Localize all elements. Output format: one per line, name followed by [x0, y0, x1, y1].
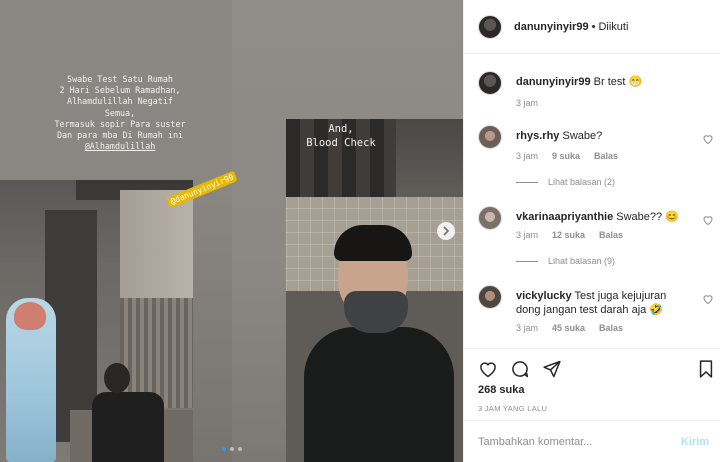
comment-username[interactable]: vickylucky	[516, 290, 572, 302]
avatar[interactable]	[478, 14, 502, 39]
comment-icon	[512, 361, 529, 378]
header-separator: •	[591, 20, 596, 33]
comment-username[interactable]: vkarinaapriyanthie	[516, 211, 613, 223]
heart-icon	[480, 362, 496, 378]
comment-likes[interactable]: 45 suka	[552, 323, 585, 333]
share-button[interactable]	[542, 359, 562, 379]
post-header: danunyinyir99 • Diikuti	[464, 0, 720, 54]
save-button[interactable]	[696, 359, 716, 379]
like-button[interactable]	[478, 359, 498, 379]
comment-input[interactable]	[478, 435, 681, 448]
overlay-line: Semua,	[104, 107, 136, 118]
caption-text: Br test 😁	[593, 76, 643, 88]
carousel-indicator	[222, 447, 242, 451]
comment-time[interactable]: 3 jam	[516, 323, 538, 333]
bookmark-icon	[699, 360, 713, 378]
heart-icon[interactable]	[702, 133, 714, 145]
instagram-post: Swabe Test Satu Rumah 2 Hari Sebelum Ram…	[0, 0, 720, 462]
carousel-dot	[222, 447, 226, 451]
view-replies-label[interactable]: Lihat balasan (2)	[548, 177, 615, 187]
likes-count[interactable]: 268 suka	[478, 384, 524, 396]
overlay-mention: @Alhamdulillah	[84, 141, 156, 152]
avatar[interactable]	[478, 285, 502, 309]
overlay-line: Dan para mba Di Rumah ini	[56, 130, 184, 141]
avatar[interactable]	[478, 125, 502, 149]
overlay-line: 2 Hari Sebelum Ramadhan,	[59, 85, 181, 96]
post-comment-button[interactable]: Kirim	[681, 436, 709, 448]
view-replies-button[interactable]: Lihat balasan (2)	[516, 177, 615, 187]
avatar[interactable]	[478, 71, 502, 95]
comments-list[interactable]: danunyinyir99 Br test 😁 3 jam rhys.rhy S…	[464, 55, 720, 348]
overlay-line: Termasuk sopir Para suster	[54, 118, 186, 129]
overlay-line: Swabe Test Satu Rumah	[67, 74, 173, 84]
heart-icon[interactable]	[702, 293, 714, 305]
post-timestamp[interactable]: 3 JAM YANG LALU	[478, 404, 547, 413]
follow-button[interactable]: Diikuti	[598, 21, 628, 33]
comment-username[interactable]: rhys.rhy	[516, 130, 559, 142]
post-actions: 268 suka 3 JAM YANG LALU	[464, 348, 720, 420]
heart-icon[interactable]	[702, 214, 714, 226]
header-username[interactable]: danunyinyir99	[514, 21, 589, 33]
divider	[516, 181, 538, 183]
media-overlay-text: Swabe Test Satu Rumah 2 Hari Sebelum Ram…	[18, 74, 222, 152]
reply-button[interactable]: Balas	[599, 323, 623, 333]
carousel-next-button[interactable]	[437, 222, 455, 240]
comment-text: Swabe?	[562, 130, 603, 142]
chevron-right-icon	[443, 226, 450, 236]
view-replies-button[interactable]: Lihat balasan (9)	[516, 256, 615, 266]
comment-button[interactable]	[510, 359, 530, 379]
comment-likes[interactable]: 12 suka	[552, 230, 585, 240]
post-side-panel: danunyinyir99 • Diikuti danunyinyir99 Br…	[463, 0, 720, 462]
caption-line: And,	[328, 123, 354, 135]
media-right-caption: And, Blood Check	[286, 122, 396, 150]
comment-likes[interactable]: 9 suka	[552, 151, 580, 161]
carousel-dot	[238, 447, 242, 451]
post-media[interactable]: Swabe Test Satu Rumah 2 Hari Sebelum Ram…	[0, 0, 463, 462]
divider	[516, 260, 538, 262]
add-comment-bar: Kirim	[464, 420, 720, 462]
comment-text: Swabe?? 😊	[616, 211, 679, 223]
caption-username[interactable]: danunyinyir99	[516, 76, 591, 88]
caption-time[interactable]: 3 jam	[516, 98, 538, 108]
comment-time[interactable]: 3 jam	[516, 151, 538, 161]
carousel-dot	[230, 447, 234, 451]
comment-time[interactable]: 3 jam	[516, 230, 538, 240]
reply-button[interactable]: Balas	[599, 230, 623, 240]
overlay-line: Alhamdulillah Negatif	[67, 96, 173, 107]
reply-button[interactable]: Balas	[594, 151, 618, 161]
photo-swab-test	[0, 180, 193, 462]
photo-blood-check	[286, 119, 463, 462]
paper-plane-icon	[543, 360, 561, 378]
caption-line: Blood Check	[306, 137, 376, 149]
view-replies-label[interactable]: Lihat balasan (9)	[548, 256, 615, 266]
avatar[interactable]	[478, 206, 502, 230]
